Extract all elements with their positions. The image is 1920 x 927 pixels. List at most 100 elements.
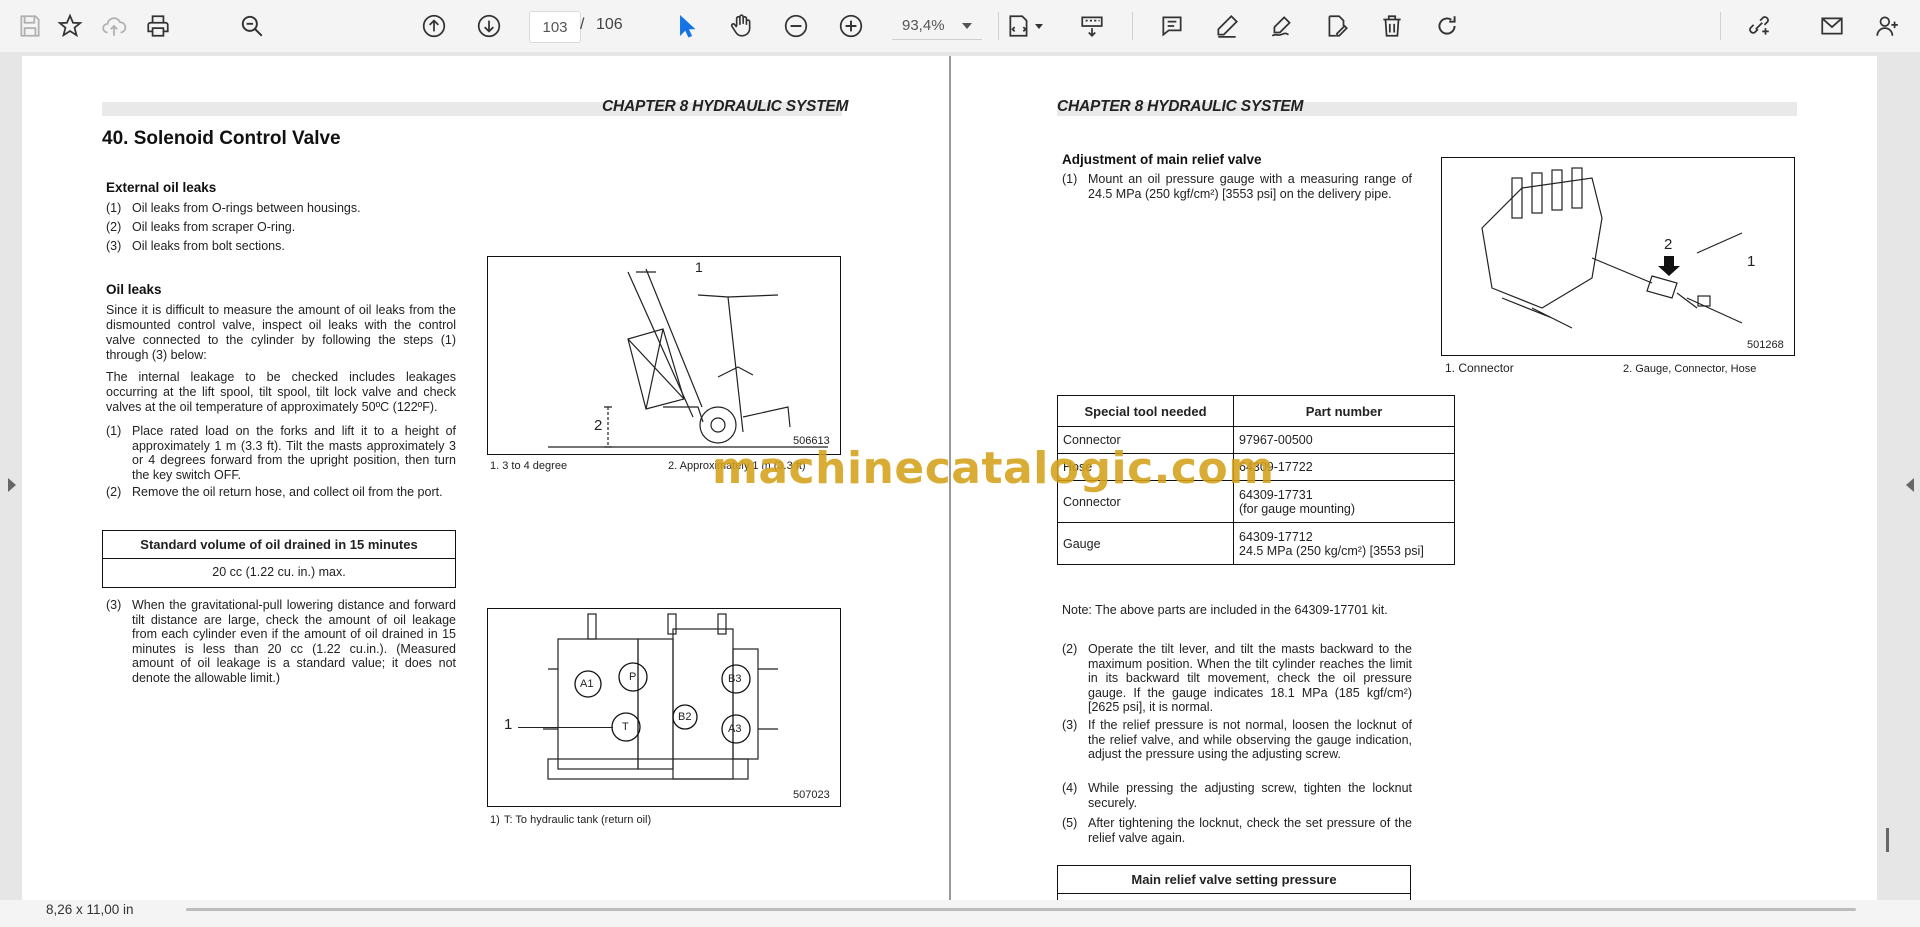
share-link-button[interactable] <box>1742 9 1776 43</box>
table-cell: 64309-17712 24.5 MPa (250 kg/cm²) [3553 p… <box>1233 522 1455 565</box>
bookmark-button[interactable] <box>53 9 87 43</box>
chapter-title: CHAPTER 8 HYDRAULIC SYSTEM <box>1057 98 1304 115</box>
scroll-mode-button[interactable] <box>1075 9 1109 43</box>
forklift-mast-drawing <box>548 268 828 448</box>
left-panel-toggle-icon[interactable] <box>8 478 16 492</box>
figure-caption: 2. Gauge, Connector, Hose <box>1623 363 1757 375</box>
figure-caption: 1. 3 to 4 degree <box>490 460 568 472</box>
upload-cloud-button[interactable] <box>97 9 131 43</box>
table-header: Special tool needed <box>1057 395 1234 427</box>
star-icon <box>57 13 83 38</box>
internal-leakage-paragraph: The internal leakage to be checked inclu… <box>106 370 456 414</box>
step-item: (2) Remove the oil return hose, and colle… <box>106 485 443 499</box>
toolbar-divider <box>1720 12 1721 40</box>
print-button[interactable] <box>141 9 175 43</box>
valve-ports-figure: A1 P B3 T B2 A3 1 507023 <box>487 608 841 807</box>
previous-page-button[interactable] <box>417 9 451 43</box>
step-item: (1) Mount an oil pressure gauge with a me… <box>1062 172 1412 201</box>
adjustment-heading: Adjustment of main relief valve <box>1062 152 1262 167</box>
comment-icon <box>1162 16 1182 37</box>
step-item: (3) If the relief pressure is not normal,… <box>1062 718 1412 761</box>
select-tool-button[interactable] <box>669 9 703 43</box>
callout-1: 1 <box>1747 253 1756 270</box>
chevron-down-icon <box>962 23 972 29</box>
table-cell: Gauge <box>1057 522 1234 565</box>
minus-circle-icon <box>784 14 808 38</box>
external-leaks-heading: External oil leaks <box>106 180 217 195</box>
horizontal-scrollbar[interactable] <box>186 908 1856 911</box>
scroll-keyboard-icon <box>1081 16 1103 37</box>
arrow-up-circle-icon <box>422 14 446 38</box>
fit-page-icon <box>1009 15 1028 37</box>
valve-gauge-drawing <box>1481 167 1743 329</box>
arrow-down-circle-icon <box>477 14 501 38</box>
step-item: (4) While pressing the adjusting screw, t… <box>1062 781 1412 810</box>
figure-caption: 1. Connector <box>1445 361 1514 375</box>
toolbar: / 106 93,4% <box>0 0 1920 53</box>
callout-1: 1 <box>504 716 513 733</box>
vertical-scrollbar-thumb[interactable] <box>1886 828 1889 852</box>
port-b2-label: B2 <box>678 711 692 723</box>
printer-icon <box>147 15 169 37</box>
standard-volume-box: Standard volume of oil drained in 15 min… <box>102 530 456 588</box>
callout-2: 2 <box>594 417 603 434</box>
step-item: (5) After tightening the locknut, check t… <box>1062 816 1412 845</box>
hand-tool-button[interactable] <box>724 9 758 43</box>
delete-button[interactable] <box>1375 9 1409 43</box>
oil-leaks-heading: Oil leaks <box>106 282 162 297</box>
relief-setting-header: Main relief valve setting pressure <box>1058 866 1410 894</box>
plus-circle-icon <box>839 14 863 38</box>
zoom-in-button[interactable] <box>834 9 868 43</box>
standard-volume-value: 20 cc (1.22 cu. in.) max. <box>212 565 346 579</box>
zoom-level-dropdown[interactable]: 93,4% <box>892 11 982 40</box>
cloud-upload-icon <box>102 17 127 36</box>
page-fit-dropdown[interactable] <box>1030 9 1048 43</box>
page-number-input[interactable] <box>529 11 581 43</box>
table-header: Part number <box>1233 395 1455 427</box>
figure-number: 507023 <box>793 789 830 801</box>
signature-pen-icon <box>1271 16 1291 37</box>
rotate-icon <box>1438 16 1456 35</box>
oil-leaks-paragraph: Since it is difficult to measure the amo… <box>106 303 456 362</box>
forklift-tilt-figure: 1 2 506613 <box>487 256 841 455</box>
next-page-button[interactable] <box>472 9 506 43</box>
comment-button[interactable] <box>1155 9 1189 43</box>
edit-document-button[interactable] <box>1320 9 1354 43</box>
zoom-out-button[interactable] <box>779 9 813 43</box>
callout-2: 2 <box>1664 236 1673 253</box>
port-b3-label: B3 <box>728 673 742 685</box>
port-t-label: T <box>622 721 629 733</box>
highlight-button[interactable] <box>1210 9 1244 43</box>
standard-volume-header: Standard volume of oil drained in 15 min… <box>103 531 455 559</box>
rotate-button[interactable] <box>1430 9 1464 43</box>
page-separator: / <box>580 16 585 33</box>
port-a3-label: A3 <box>728 723 742 735</box>
callout-1: 1 <box>695 259 703 275</box>
step-item: (3) When the gravitational-pull lowering … <box>106 598 456 685</box>
toolbar-divider <box>998 12 999 40</box>
zoom-search-icon <box>241 15 263 37</box>
figure-number: 501268 <box>1747 339 1784 351</box>
find-zoom-button[interactable] <box>235 9 269 43</box>
page-size-readout: 8,26 x 11,00 in <box>46 902 134 917</box>
section-title: 40. Solenoid Control Valve <box>102 128 341 149</box>
cursor-arrow-icon <box>680 15 696 38</box>
toolbar-divider <box>1132 12 1133 40</box>
save-button[interactable] <box>13 9 47 43</box>
callout-leader-line <box>518 727 613 728</box>
port-a1-label: A1 <box>580 678 594 690</box>
sign-button[interactable] <box>1265 9 1299 43</box>
figure-caption-number: 1) <box>490 814 500 826</box>
hand-icon <box>730 14 751 37</box>
table-row: Gauge 64309-17712 24.5 MPa (250 kg/cm²) [… <box>1057 522 1455 565</box>
save-icon <box>20 15 40 37</box>
link-share-icon <box>1749 16 1769 35</box>
add-user-button[interactable] <box>1870 9 1904 43</box>
port-p-label: P <box>629 671 637 683</box>
email-button[interactable] <box>1815 9 1849 43</box>
pen-icon <box>1217 15 1238 38</box>
right-panel-toggle-icon[interactable] <box>1906 478 1914 492</box>
step-item: (1) Place rated load on the forks and lif… <box>106 424 456 482</box>
chapter-title: CHAPTER 8 HYDRAULIC SYSTEM <box>602 98 849 115</box>
envelope-icon <box>1821 17 1843 35</box>
